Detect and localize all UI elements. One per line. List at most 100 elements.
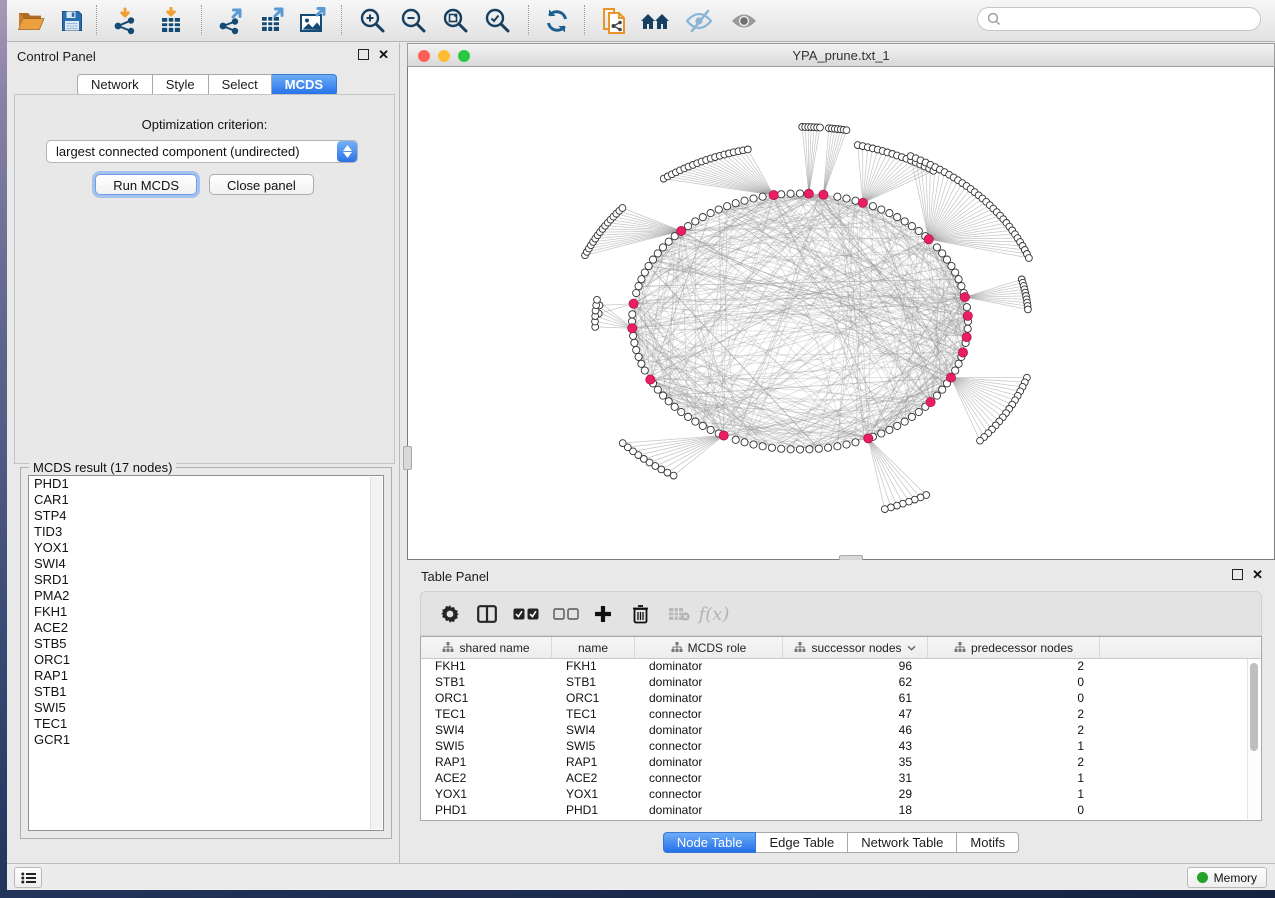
vertical-splitter-handle[interactable] xyxy=(403,446,412,470)
run-mcds-button[interactable]: Run MCDS xyxy=(95,174,197,195)
column-header-mcds-role[interactable]: MCDS role xyxy=(635,637,783,658)
node-table[interactable]: shared namenameMCDS rolesuccessor nodesp… xyxy=(420,636,1262,821)
table-panel-title: Table Panel xyxy=(421,569,489,584)
mcds-result-list[interactable]: PHD1CAR1STP4TID3YOX1SWI4SRD1PMA2FKH1ACE2… xyxy=(28,475,384,831)
tab-network-table[interactable]: Network Table xyxy=(848,832,957,853)
close-table-panel-icon[interactable]: ✕ xyxy=(1252,570,1263,579)
tab-style[interactable]: Style xyxy=(153,74,209,96)
delete-table-icon[interactable] xyxy=(664,600,694,628)
zoom-out-icon[interactable] xyxy=(395,4,431,37)
import-table-icon[interactable] xyxy=(153,4,189,37)
application-window: Control Panel ✕ NetworkStyleSelectMCDS O… xyxy=(7,0,1275,890)
mcds-result-item[interactable]: STB1 xyxy=(29,684,383,700)
mcds-result-item[interactable]: ACE2 xyxy=(29,620,383,636)
select-all-columns-icon[interactable] xyxy=(511,600,541,628)
zoom-in-icon[interactable] xyxy=(354,4,390,37)
table-row[interactable]: SWI5SWI5connector431 xyxy=(421,739,1261,755)
table-scrollbar[interactable] xyxy=(1247,659,1260,819)
mcds-result-item[interactable]: YOX1 xyxy=(29,540,383,556)
tab-edge-table[interactable]: Edge Table xyxy=(756,832,848,853)
optimization-criterion-select[interactable]: largest connected component (undirected) xyxy=(46,140,358,163)
mcds-result-item[interactable]: STB5 xyxy=(29,636,383,652)
cell-mcds-role: dominator xyxy=(635,723,783,739)
refresh-view-icon[interactable] xyxy=(539,4,575,37)
function-builder-icon[interactable]: f(x) xyxy=(699,600,729,628)
show-all-icon[interactable] xyxy=(726,4,762,37)
table-row[interactable]: SWI4SWI4dominator462 xyxy=(421,723,1261,739)
table-row[interactable]: PHD1PHD1dominator180 xyxy=(421,803,1261,819)
table-row[interactable]: ORC1ORC1dominator610 xyxy=(421,691,1261,707)
cell-shared-name: YOX1 xyxy=(421,787,552,803)
tab-select[interactable]: Select xyxy=(209,74,272,96)
table-row[interactable]: ACE2ACE2connector311 xyxy=(421,771,1261,787)
column-header-name[interactable]: name xyxy=(552,637,635,658)
table-row[interactable]: RAP1RAP1dominator352 xyxy=(421,755,1261,771)
hide-selected-icon[interactable] xyxy=(681,4,717,37)
export-table-icon[interactable] xyxy=(254,4,290,37)
cell-mcds-role: connector xyxy=(635,771,783,787)
float-panel-icon[interactable] xyxy=(358,49,369,60)
mcds-result-item[interactable]: SRD1 xyxy=(29,572,383,588)
column-header-shared-name[interactable]: shared name xyxy=(421,637,552,658)
zoom-selected-icon[interactable] xyxy=(479,4,515,37)
table-panel: Table Panel ✕ xyxy=(407,560,1275,864)
table-row[interactable]: TEC1TEC1connector472 xyxy=(421,707,1261,723)
show-columns-icon[interactable] xyxy=(472,600,502,628)
memory-label: Memory xyxy=(1214,871,1257,885)
mcds-result-item[interactable]: TID3 xyxy=(29,524,383,540)
tab-mcds[interactable]: MCDS xyxy=(272,74,337,96)
mcds-result-item[interactable]: PHD1 xyxy=(29,476,383,492)
mcds-result-item[interactable]: GCR1 xyxy=(29,732,383,748)
mcds-result-item[interactable]: FKH1 xyxy=(29,604,383,620)
search-input[interactable] xyxy=(1006,11,1260,27)
network-window-titlebar[interactable]: YPA_prune.txt_1 xyxy=(407,43,1275,67)
tab-network[interactable]: Network xyxy=(77,74,153,96)
search-field[interactable] xyxy=(977,7,1261,31)
cell-successor-nodes: 31 xyxy=(783,771,928,787)
add-column-icon[interactable] xyxy=(588,600,618,628)
network-canvas[interactable] xyxy=(407,67,1275,560)
column-header-successor-nodes[interactable]: successor nodes xyxy=(783,637,928,658)
cell-shared-name: TEC1 xyxy=(421,707,552,723)
table-row[interactable]: STB1STB1dominator620 xyxy=(421,675,1261,691)
scrollbar-thumb[interactable] xyxy=(1250,663,1258,751)
unselect-all-columns-icon[interactable] xyxy=(551,600,581,628)
save-session-icon[interactable] xyxy=(54,4,90,37)
cell-predecessor-nodes: 0 xyxy=(928,803,1100,819)
open-file-icon[interactable] xyxy=(13,4,49,37)
close-panel-button[interactable]: Close panel xyxy=(209,174,314,195)
main-toolbar xyxy=(7,0,1275,42)
network-graph[interactable] xyxy=(408,67,1274,559)
clone-network-icon[interactable] xyxy=(596,4,632,37)
import-network-icon[interactable] xyxy=(108,4,144,37)
memory-button[interactable]: Memory xyxy=(1187,867,1267,888)
first-neighbors-icon[interactable] xyxy=(638,4,674,37)
mcds-result-item[interactable]: SWI5 xyxy=(29,700,383,716)
mcds-result-item[interactable]: RAP1 xyxy=(29,668,383,684)
mcds-result-item[interactable]: SWI4 xyxy=(29,556,383,572)
mcds-result-item[interactable]: CAR1 xyxy=(29,492,383,508)
toolbar-separator xyxy=(96,5,97,35)
cell-shared-name: FKH1 xyxy=(421,659,552,675)
export-image-icon[interactable] xyxy=(295,4,331,37)
cell-name: ORC1 xyxy=(552,691,635,707)
tab-motifs[interactable]: Motifs xyxy=(957,832,1019,853)
settings-icon[interactable] xyxy=(435,600,465,628)
tab-node-table[interactable]: Node Table xyxy=(663,832,757,853)
table-row[interactable]: YOX1YOX1connector291 xyxy=(421,787,1261,803)
float-table-panel-icon[interactable] xyxy=(1232,569,1243,580)
optimization-criterion-label: Optimization criterion: xyxy=(15,117,394,132)
cell-shared-name: SWI4 xyxy=(421,723,552,739)
table-row[interactable]: FKH1FKH1dominator962 xyxy=(421,659,1261,675)
mcds-result-item[interactable]: STP4 xyxy=(29,508,383,524)
export-network-icon[interactable] xyxy=(213,4,249,37)
zoom-fit-icon[interactable] xyxy=(437,4,473,37)
column-header-predecessor-nodes[interactable]: predecessor nodes xyxy=(928,637,1100,658)
list-scrollbar[interactable] xyxy=(370,477,382,829)
mcds-result-item[interactable]: ORC1 xyxy=(29,652,383,668)
mcds-result-item[interactable]: TEC1 xyxy=(29,716,383,732)
show-panels-menu-button[interactable] xyxy=(14,867,42,888)
delete-column-icon[interactable] xyxy=(625,600,655,628)
mcds-result-item[interactable]: PMA2 xyxy=(29,588,383,604)
close-panel-icon[interactable]: ✕ xyxy=(378,50,389,59)
